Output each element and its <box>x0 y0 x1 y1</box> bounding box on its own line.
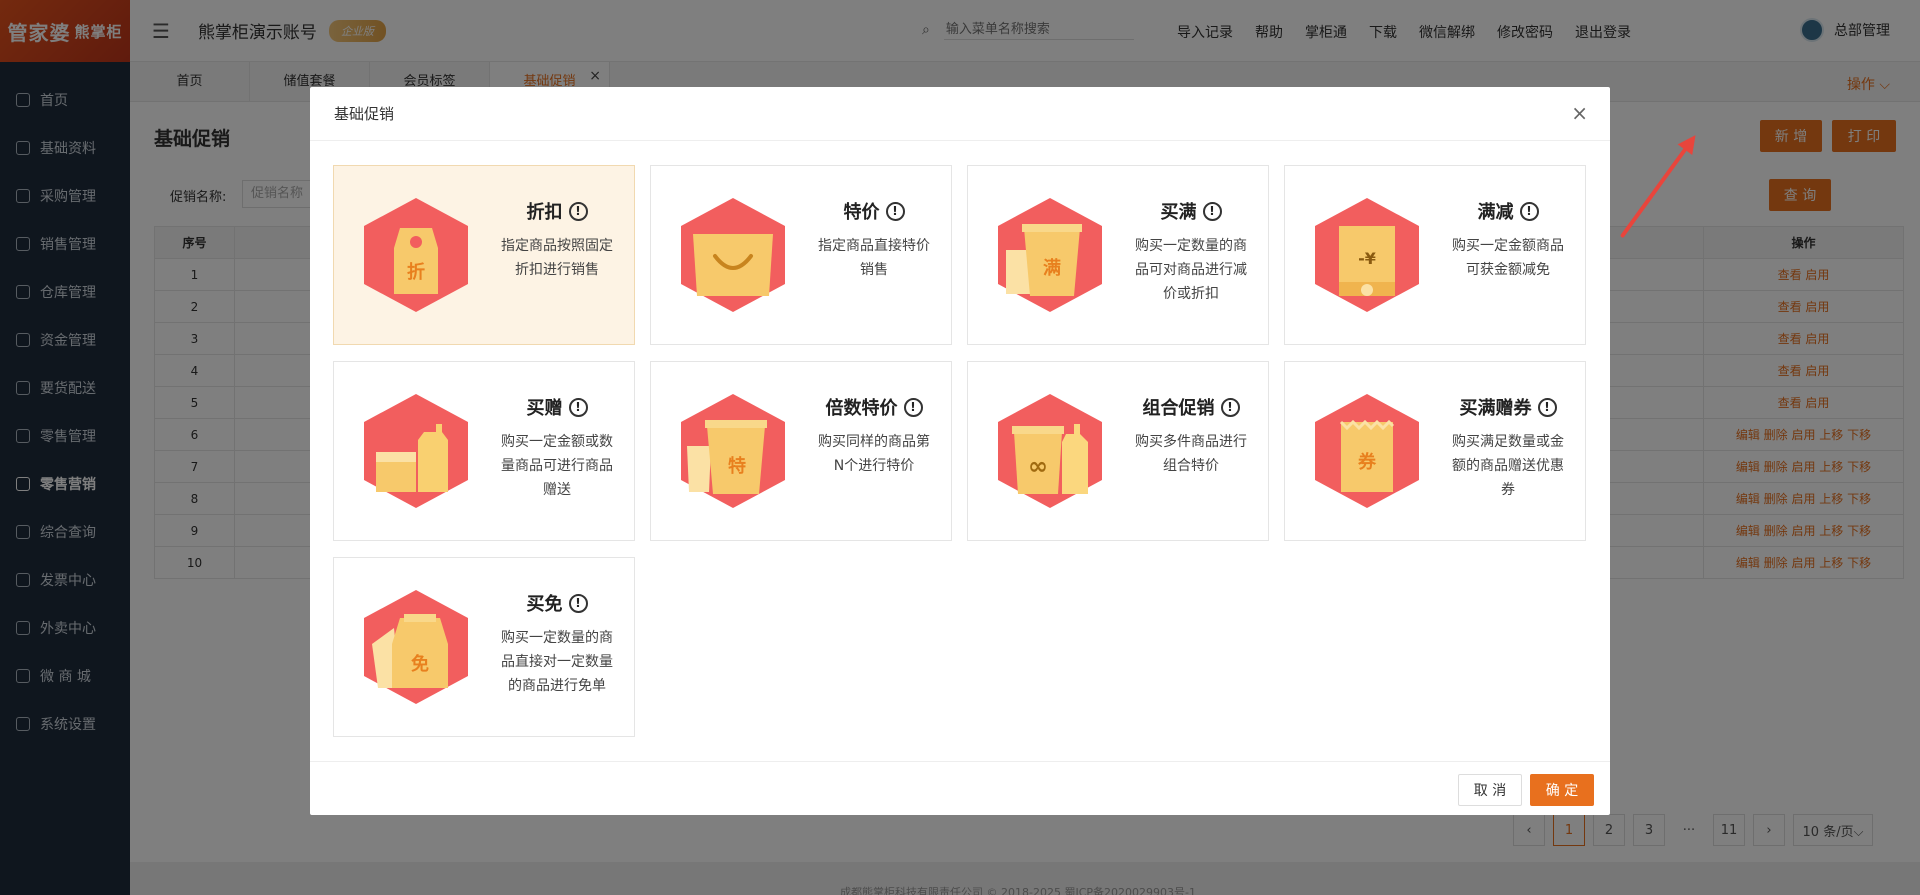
card-title: 买赠 <box>526 398 563 419</box>
info-icon[interactable]: ! <box>885 201 905 221</box>
card-multiple-special[interactable]: 特 倍数特价! 购买同样的商品第N个进行特价 <box>650 361 952 541</box>
info-icon[interactable]: ! <box>903 397 923 417</box>
gift-bottle-icon <box>364 394 468 508</box>
card-title: 折扣 <box>526 202 563 223</box>
discount-tag-icon: 折 <box>364 198 468 312</box>
multi-cup-icon: 特 <box>681 394 785 508</box>
info-icon[interactable]: ! <box>568 593 588 613</box>
card-desc: 购买一定数量的商品直接对一定数量的商品进行免单 <box>501 630 613 694</box>
dialog-footer: 取 消 确 定 <box>310 761 1610 815</box>
promotion-type-dialog: 基础促销 × 折 折扣! 指定商品按照固定折扣进行销售 特价! 指定商品直接特价销售 <box>310 87 1610 815</box>
card-title: 组合促销 <box>1142 398 1215 419</box>
card-special-price[interactable]: 特价! 指定商品直接特价销售 <box>650 165 952 345</box>
icon-glyph: 免 <box>411 653 429 675</box>
dialog-title: 基础促销 <box>310 87 1610 141</box>
info-icon[interactable]: ! <box>568 397 588 417</box>
card-full-reduction[interactable]: -¥ 满减! 购买一定金额商品可获金额减免 <box>1284 165 1586 345</box>
card-desc: 指定商品按照固定折扣进行销售 <box>501 238 613 278</box>
icon-glyph: ∞ <box>1028 452 1048 480</box>
card-buy-gift[interactable]: 买赠! 购买一定金额或数量商品可进行商品赠送 <box>333 361 635 541</box>
info-icon[interactable]: ! <box>1519 201 1539 221</box>
card-coupon-gift[interactable]: 券 买满赠券! 购买满足数量或金额的商品赠送优惠券 <box>1284 361 1586 541</box>
price-cut-icon: -¥ <box>1315 198 1419 312</box>
card-combo-promotion[interactable]: ∞ 组合促销! 购买多件商品进行组合特价 <box>967 361 1269 541</box>
icon-glyph: 券 <box>1357 451 1377 473</box>
info-icon[interactable]: ! <box>1202 201 1222 221</box>
card-title: 满减 <box>1477 202 1514 223</box>
icon-glyph: 折 <box>407 261 425 283</box>
card-desc: 购买一定数量的商品可对商品进行减价或折扣 <box>1135 238 1247 302</box>
confirm-button[interactable]: 确 定 <box>1530 774 1594 806</box>
card-title: 买满赠券 <box>1459 398 1532 419</box>
card-title: 买免 <box>526 594 563 615</box>
card-desc: 购买一定金额商品可获金额减免 <box>1452 238 1564 278</box>
close-icon[interactable]: × <box>1571 101 1588 125</box>
free-bag-icon: 免 <box>364 590 468 704</box>
card-desc: 购买满足数量或金额的商品赠送优惠券 <box>1452 434 1564 498</box>
card-desc: 购买同样的商品第N个进行特价 <box>818 434 930 474</box>
info-icon[interactable]: ! <box>568 201 588 221</box>
card-buy-free[interactable]: 免 买免! 购买一定数量的商品直接对一定数量的商品进行免单 <box>333 557 635 737</box>
icon-glyph: 特 <box>728 455 746 477</box>
icon-glyph: 满 <box>1043 257 1061 279</box>
card-desc: 购买多件商品进行组合特价 <box>1135 434 1247 474</box>
card-buy-full[interactable]: 满 买满! 购买一定数量的商品可对商品进行减价或折扣 <box>967 165 1269 345</box>
card-title: 买满 <box>1160 202 1197 223</box>
card-title: 特价 <box>843 202 880 223</box>
card-discount[interactable]: 折 折扣! 指定商品按照固定折扣进行销售 <box>333 165 635 345</box>
card-title: 倍数特价 <box>825 398 898 419</box>
icon-glyph: -¥ <box>1358 249 1376 268</box>
card-desc: 指定商品直接特价销售 <box>818 238 930 278</box>
combo-icon: ∞ <box>998 394 1102 508</box>
shopping-bag-icon <box>681 198 785 312</box>
info-icon[interactable]: ! <box>1220 397 1240 417</box>
coupon-icon: 券 <box>1315 394 1419 508</box>
cup-full-icon: 满 <box>998 198 1102 312</box>
info-icon[interactable]: ! <box>1537 397 1557 417</box>
cancel-button[interactable]: 取 消 <box>1458 774 1522 806</box>
card-desc: 购买一定金额或数量商品可进行商品赠送 <box>501 434 613 498</box>
